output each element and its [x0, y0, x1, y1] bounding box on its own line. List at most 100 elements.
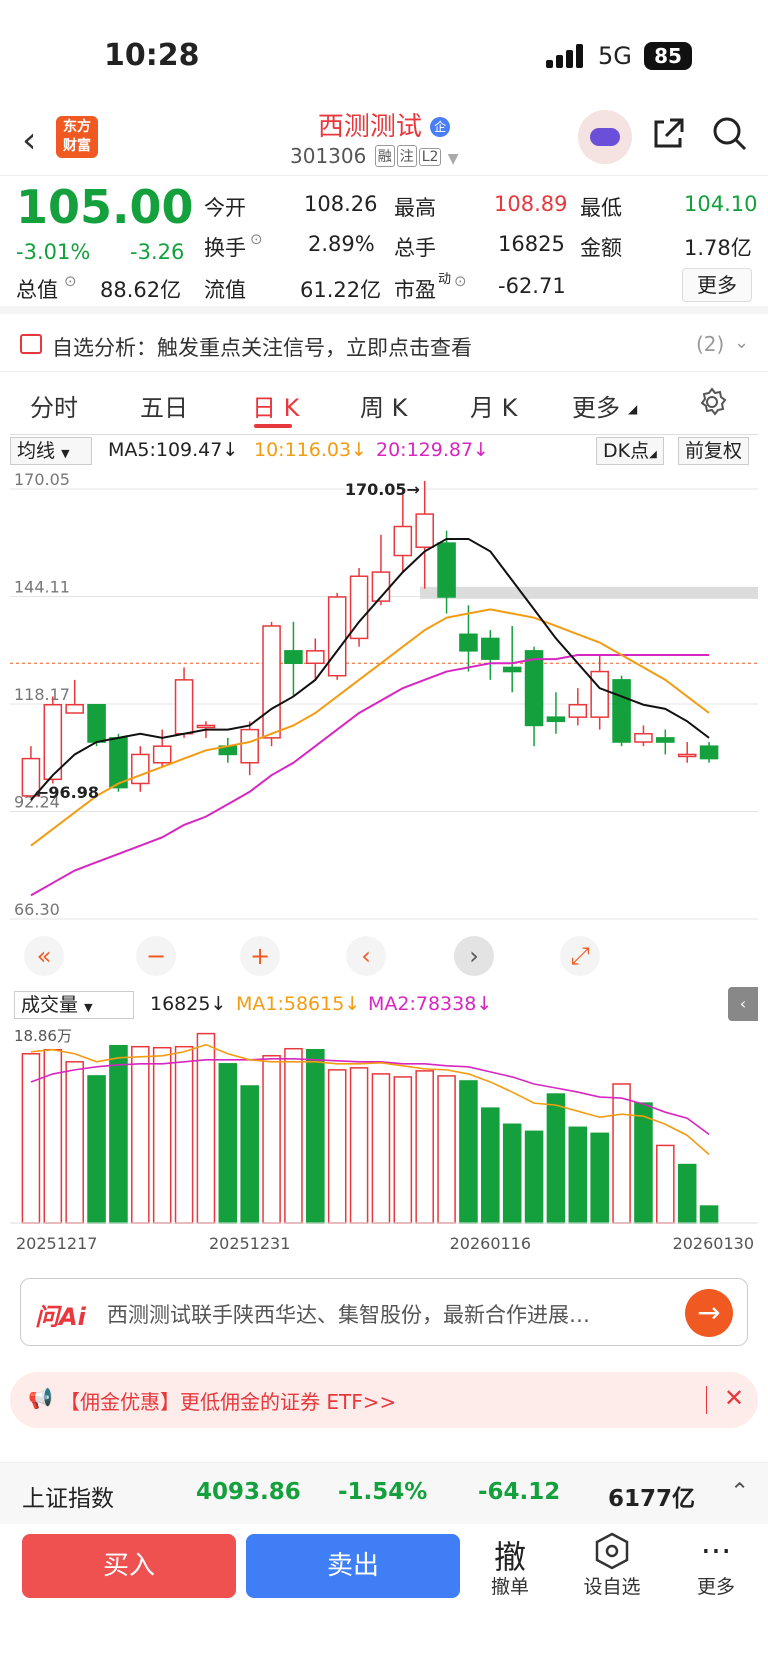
- volume-bar: [349, 1067, 369, 1224]
- assistant-avatar[interactable]: [578, 110, 632, 164]
- volume-bar: [240, 1085, 259, 1224]
- watchlist-analysis-banner[interactable]: 自选分析：触发重点关注信号，立即点击查看 (2) ⌄: [0, 322, 768, 372]
- tab-five-day[interactable]: 五日: [140, 388, 188, 423]
- cancel-order-button[interactable]: 撤 撤单: [470, 1532, 550, 1599]
- open-label: 今开: [204, 196, 246, 220]
- volume-label: 总手: [394, 236, 436, 260]
- ai-assistant-bar[interactable]: 问Ai 西测测试联手陕西华达、集智股份，最新合作进展… →: [20, 1278, 748, 1346]
- candle: [240, 728, 259, 764]
- pe-label: 市盈: [394, 278, 436, 302]
- kline-svg: 170.05144.11118.1792.2466.30170.05→←96.9…: [10, 471, 758, 920]
- candle: [43, 703, 63, 781]
- amount-label: 金额: [580, 236, 622, 260]
- info-icon[interactable]: ⊙: [64, 272, 77, 290]
- network-type: 5G: [598, 42, 632, 70]
- adjust-button[interactable]: 前复权: [678, 437, 750, 465]
- volume-bar: [393, 1076, 413, 1224]
- scroll-left-far-icon[interactable]: «: [24, 936, 64, 976]
- candle: [612, 679, 631, 743]
- tab-weekly-k[interactable]: 周 K: [360, 388, 407, 423]
- volume-bar: [634, 1102, 653, 1224]
- turnover-value: 2.89%: [308, 232, 375, 256]
- last-price: 105.00: [16, 180, 194, 234]
- float-label: 流值: [204, 278, 246, 302]
- candle: [568, 703, 588, 718]
- scroll-right-icon[interactable]: ›: [454, 936, 494, 976]
- info-icon[interactable]: ⊙: [250, 230, 263, 248]
- share-icon[interactable]: [650, 116, 686, 161]
- high-value: 108.89: [494, 192, 568, 216]
- tab-intraday[interactable]: 分时: [30, 388, 78, 423]
- volume-bar: [174, 1045, 194, 1224]
- volume-bar: [196, 1032, 216, 1224]
- chart-icon: [20, 334, 42, 354]
- pe-value: -62.71: [498, 274, 566, 298]
- x-tick-label: 20251231: [209, 1234, 290, 1253]
- index-ticker[interactable]: 上证指数 4093.86 -1.54% -64.12 6177亿 ⌃: [0, 1462, 768, 1524]
- kline-chart-area[interactable]: 均线 ▼ MA5:109.47↓ 10:116.03↓ 20:129.87↓ D…: [10, 434, 758, 1264]
- chevron-up-icon[interactable]: ⌃: [730, 1479, 749, 1505]
- buy-button[interactable]: 买入: [22, 1534, 236, 1598]
- enterprise-badge: 企: [430, 117, 451, 137]
- sell-button[interactable]: 卖出: [246, 1534, 460, 1598]
- volume-max-label: 18.86万: [14, 1027, 72, 1045]
- volume-bar: [502, 1123, 522, 1224]
- volume-bar: [568, 1126, 588, 1224]
- volume-bar: [590, 1132, 609, 1224]
- zoom-in-icon[interactable]: +: [240, 936, 280, 976]
- more-quote-button[interactable]: 更多: [682, 268, 752, 302]
- status-bar: 10:28 5G 85: [0, 0, 768, 100]
- collapse-panel-icon[interactable]: ‹: [728, 987, 758, 1021]
- indicator-select[interactable]: 均线 ▼: [10, 437, 92, 465]
- volume-bar: [262, 1055, 281, 1224]
- info-icon[interactable]: ⊙: [454, 272, 467, 290]
- more-dots-icon: ···: [700, 1532, 732, 1570]
- volume-bar: [437, 1075, 456, 1224]
- volume-bar: [546, 1093, 566, 1224]
- volume-bar: [65, 1061, 84, 1224]
- more-label: 更多: [696, 1576, 735, 1598]
- stock-code-line[interactable]: 301306 融注 L2 ▼: [290, 144, 459, 168]
- candle: [415, 513, 434, 548]
- close-icon[interactable]: ✕: [724, 1384, 744, 1412]
- x-tick-label: 20251217: [16, 1234, 97, 1253]
- candle: [284, 650, 303, 665]
- cancel-icon: 撤: [493, 1538, 526, 1576]
- dk-point-select[interactable]: DK点◢: [596, 437, 664, 465]
- candle: [262, 625, 281, 739]
- candle: [677, 753, 697, 758]
- volume-value: 16825: [498, 232, 565, 256]
- tab-more[interactable]: 更多: [572, 388, 620, 423]
- quote-panel: 105.00 -3.01% -3.26 今开 108.26 最高 108.89 …: [0, 178, 768, 314]
- promo-banner[interactable]: 📢 【佣金优惠】更低佣金的证券 ETF>> ✕: [10, 1372, 758, 1428]
- scroll-left-icon[interactable]: ‹: [346, 936, 386, 976]
- cancel-label: 撤单: [490, 1576, 529, 1598]
- set-alert-button[interactable]: 设自选: [572, 1532, 652, 1599]
- banner-count: (2): [696, 332, 725, 356]
- more-menu-button[interactable]: ··· 更多: [676, 1532, 756, 1599]
- vol-ma2-label: MA2:78338↓: [368, 993, 493, 1015]
- y-tick-label: 66.30: [14, 900, 60, 919]
- fullscreen-icon[interactable]: ⤢: [560, 936, 600, 976]
- volume-bar: [481, 1107, 500, 1224]
- volume-indicator-select[interactable]: 成交量 ▼: [14, 991, 134, 1019]
- volume-indicator-label: 成交量: [21, 994, 79, 1016]
- chevron-down-icon[interactable]: ⌄: [734, 332, 749, 353]
- arrow-right-icon[interactable]: →: [685, 1289, 733, 1337]
- candle: [524, 650, 544, 727]
- ai-headline: 西测测试联手陕西华达、集智股份，最新合作进展…: [107, 1303, 590, 1327]
- battery-icon: 85: [644, 42, 692, 70]
- gear-icon[interactable]: [696, 386, 728, 422]
- ma20-label: 20:129.87↓: [376, 439, 489, 461]
- tab-daily-k[interactable]: 日 K: [252, 388, 299, 423]
- volume-bar: [656, 1144, 675, 1224]
- search-icon[interactable]: [712, 116, 748, 161]
- set-alert-label: 设自选: [583, 1576, 641, 1598]
- zoom-out-icon[interactable]: −: [136, 936, 176, 976]
- y-tick-label: 118.17: [14, 685, 70, 704]
- open-value: 108.26: [304, 192, 378, 216]
- volume-bar: [327, 1069, 347, 1224]
- float-value: 61.22亿: [300, 278, 382, 302]
- tab-monthly-k[interactable]: 月 K: [470, 388, 517, 423]
- vol-ma1-label: MA1:58615↓: [236, 993, 361, 1015]
